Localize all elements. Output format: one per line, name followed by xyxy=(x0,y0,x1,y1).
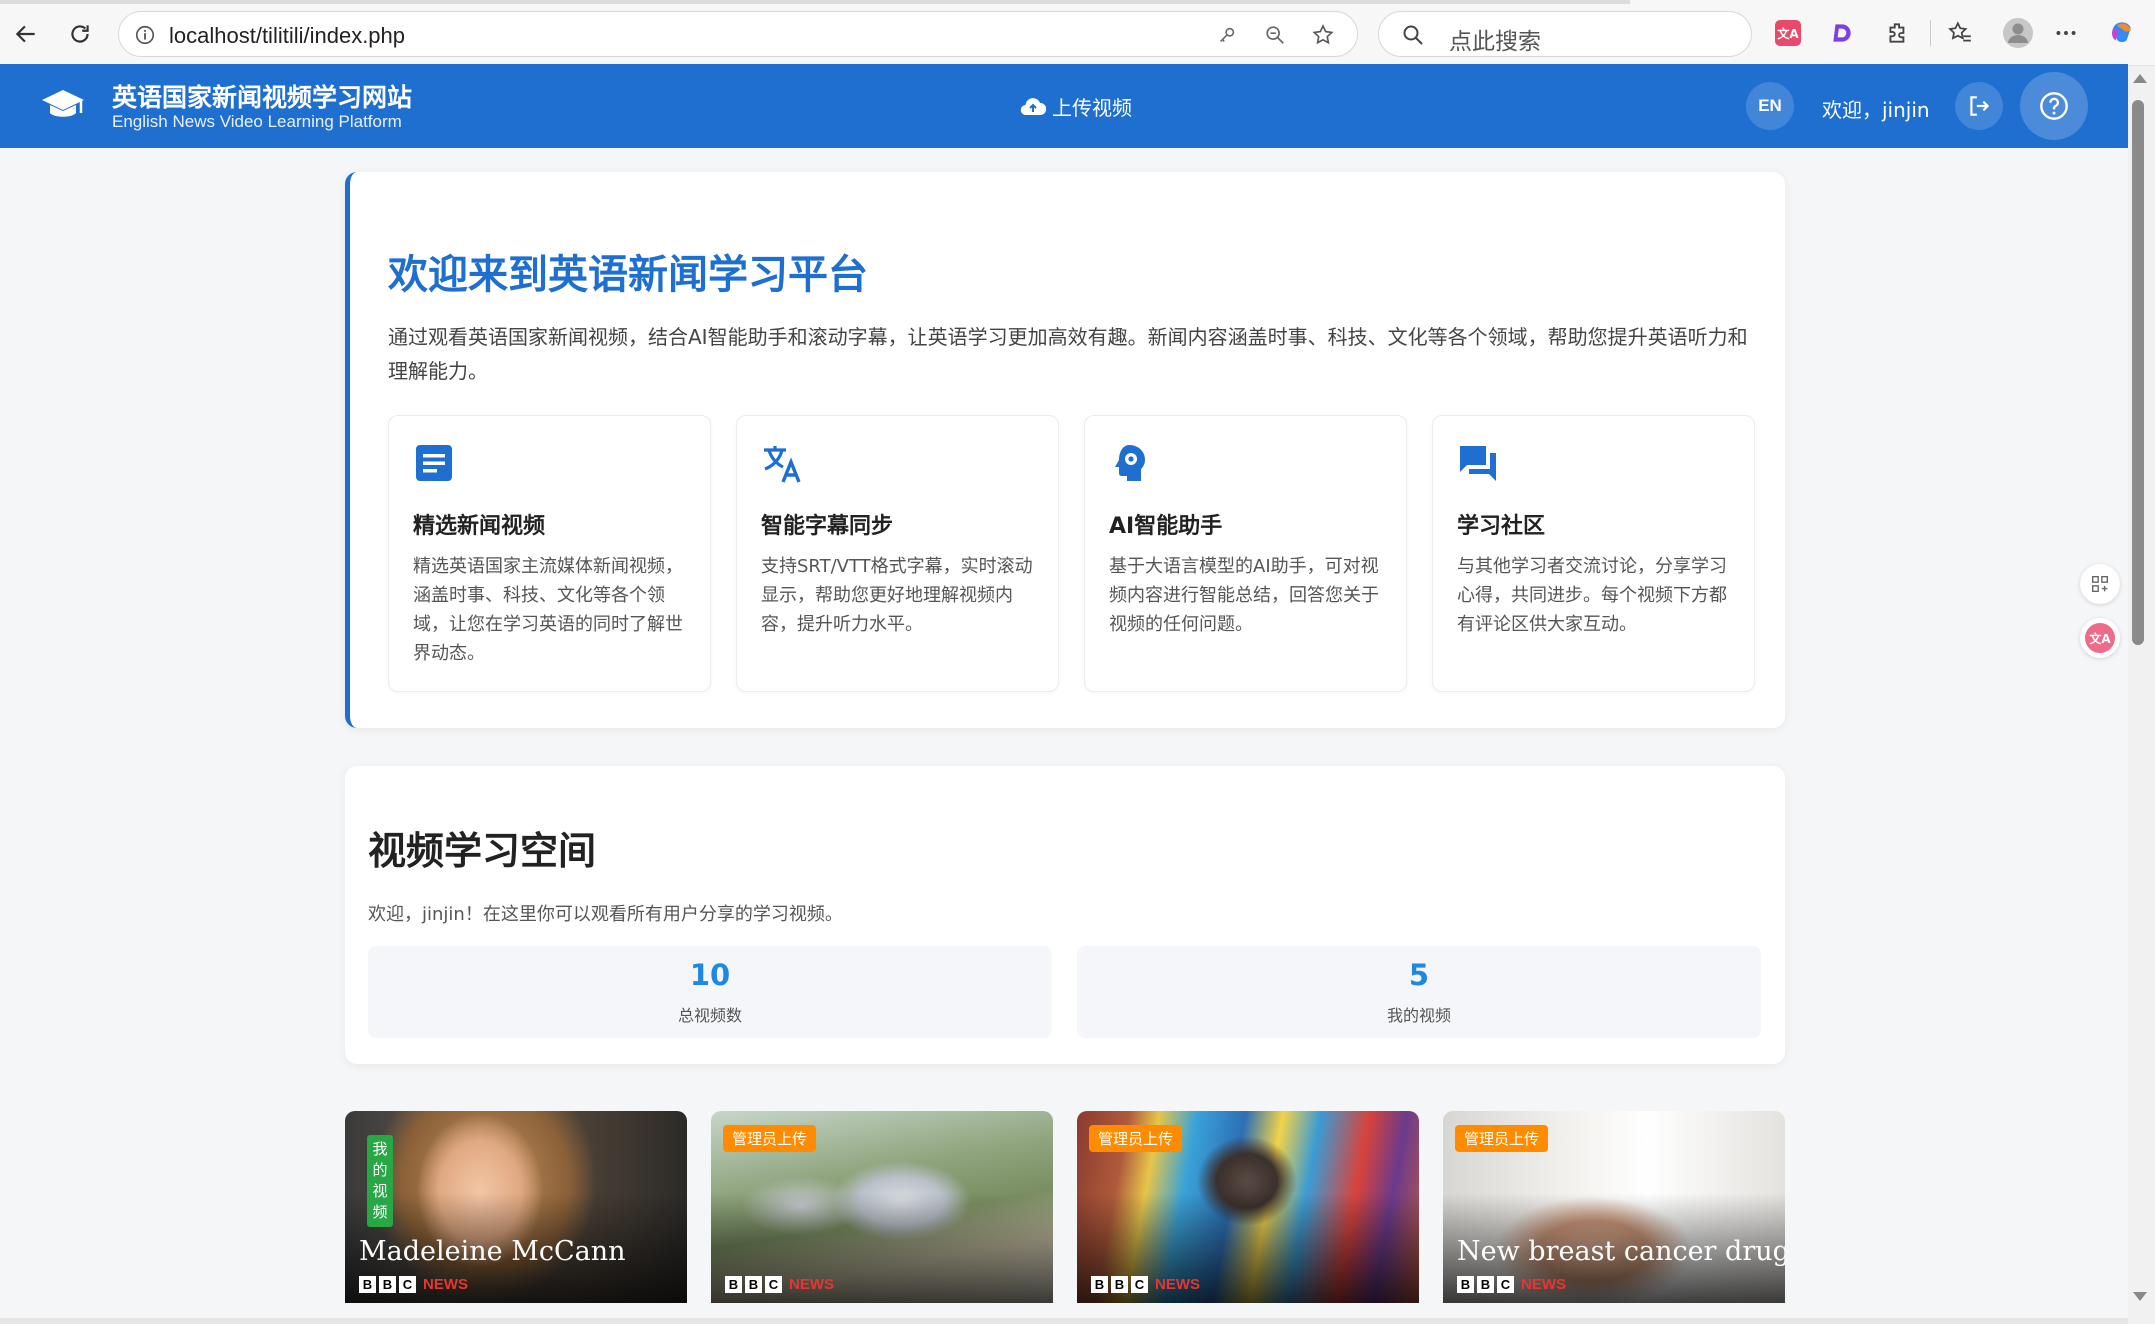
my-video-tag: 我的视频 xyxy=(367,1135,393,1227)
help-icon xyxy=(2040,92,2068,120)
graduation-cap-icon xyxy=(42,90,84,117)
url-text: localhost/tilitili/index.php xyxy=(169,23,406,48)
back-button[interactable] xyxy=(6,14,46,54)
news-brand-text: NEWS xyxy=(1521,1276,1566,1293)
upload-video-label: 上传视频 xyxy=(1052,96,1132,120)
reload-icon xyxy=(71,25,89,43)
search-icon xyxy=(1403,25,1423,45)
video-space-card: 视频学习空间 欢迎，jinjin！在这里你可以观看所有用户分享的学习视频。 10… xyxy=(345,766,1785,1064)
feature-title: AI智能助手 xyxy=(1109,514,1223,539)
video-card[interactable]: 管理员上传 BBC NEWS xyxy=(1077,1111,1419,1303)
translate-icon xyxy=(764,446,801,483)
intro-title: 欢迎来到英语新闻学习平台 xyxy=(388,252,868,298)
toolbar-divider xyxy=(1930,20,1931,46)
stat-value: 5 xyxy=(1408,958,1430,992)
news-brand-text: NEWS xyxy=(1155,1276,1200,1293)
window-bottom-edge xyxy=(0,1318,2128,1324)
scrollbar-thumb[interactable] xyxy=(2132,100,2144,645)
browser-search-box[interactable]: 点此搜索 xyxy=(1378,11,1752,57)
upload-video-link[interactable]: 上传视频 xyxy=(1020,92,1132,121)
stat-value: 10 xyxy=(689,958,731,992)
scroll-up-arrow-icon[interactable] xyxy=(2133,74,2147,83)
feature-card-community: 学习社区 与其他学习者交流讨论，分享学习心得，共同进步。每个视频下方都有评论区供… xyxy=(1432,415,1755,692)
browser-toolbar: localhost/tilitili/index.php 点此搜索 文A xyxy=(0,0,2155,66)
translate-extension-icon[interactable]: 文A xyxy=(1772,17,1804,49)
stat-total-videos: 10 总视频数 xyxy=(368,946,1052,1038)
admin-upload-tag: 管理员上传 xyxy=(1455,1125,1549,1152)
user-welcome: 欢迎，jinjin xyxy=(1822,98,1930,122)
feature-title: 学习社区 xyxy=(1457,514,1546,539)
help-button[interactable] xyxy=(2020,72,2088,140)
intro-card: 欢迎来到英语新闻学习平台 通过观看英语国家新闻视频，结合AI智能助手和滚动字幕，… xyxy=(345,172,1785,728)
extensions-puzzle-icon[interactable] xyxy=(1882,17,1914,49)
feature-description: 基于大语言模型的AI助手，可对视频内容进行智能总结，回答您关于视频的任何问题。 xyxy=(1109,556,1379,635)
site-info-icon[interactable] xyxy=(131,21,159,49)
site-subtitle: English News Video Learning Platform xyxy=(112,112,402,131)
intro-description: 通过观看英语国家新闻视频，结合AI智能助手和滚动字幕，让英语学习更加高效有趣。新… xyxy=(388,325,1748,383)
space-title: 视频学习空间 xyxy=(368,829,597,873)
admin-upload-tag: 管理员上传 xyxy=(1089,1125,1183,1152)
favorites-icon[interactable] xyxy=(1944,17,1976,49)
site-title[interactable]: 英语国家新闻视频学习网站 xyxy=(112,78,412,114)
video-title: New breast cancer drug xyxy=(1457,1236,1785,1267)
video-card[interactable]: 管理员上传 BBC NEWS xyxy=(711,1111,1053,1303)
feature-description: 精选英语国家主流媒体新闻视频，涵盖时事、科技、文化等各个领域，让您在学习英语的同… xyxy=(413,556,683,664)
search-placeholder: 点此搜索 xyxy=(1449,29,1541,55)
news-brand-text: NEWS xyxy=(423,1276,468,1293)
back-arrow-icon xyxy=(15,25,35,43)
zoom-out-icon[interactable] xyxy=(1261,21,1289,49)
bbc-news-logo: BBC NEWS xyxy=(725,1276,834,1293)
favorite-star-icon[interactable] xyxy=(1309,21,1337,49)
d-extension-icon[interactable] xyxy=(1826,17,1858,49)
video-title: Madeleine McCann xyxy=(359,1236,626,1267)
bbc-news-logo: BBC NEWS xyxy=(1457,1276,1566,1293)
more-menu-icon[interactable] xyxy=(2050,17,2082,49)
bbc-news-logo: BBC NEWS xyxy=(359,1276,468,1293)
translate-float-icon[interactable]: 文A xyxy=(2080,618,2120,658)
admin-upload-tag: 管理员上传 xyxy=(723,1125,817,1152)
key-icon[interactable] xyxy=(1213,21,1241,49)
bbc-news-logo: BBC NEWS xyxy=(1091,1276,1200,1293)
news-brand-text: NEWS xyxy=(789,1276,834,1293)
feature-card-ai: AI智能助手 基于大语言模型的AI助手，可对视频内容进行智能总结，回答您关于视频… xyxy=(1084,415,1407,692)
article-icon xyxy=(416,445,452,481)
address-bar[interactable]: localhost/tilitili/index.php xyxy=(118,11,1358,57)
space-welcome-text: 欢迎，jinjin！在这里你可以观看所有用户分享的学习视频。 xyxy=(368,904,843,925)
language-toggle-button[interactable]: EN xyxy=(1746,82,1794,130)
feature-title: 智能字幕同步 xyxy=(761,514,894,539)
video-card[interactable]: 管理员上传 New breast cancer drug BBC NEWS xyxy=(1443,1111,1785,1303)
reload-button[interactable] xyxy=(60,14,100,54)
ai-head-icon xyxy=(1115,445,1145,481)
feature-card-subtitles: 智能字幕同步 支持SRT/VTT格式字幕，实时滚动显示，帮助您更好地理解视频内容… xyxy=(736,415,1059,692)
grid-apps-icon[interactable] xyxy=(2080,564,2120,604)
video-card[interactable]: 我的视频 Madeleine McCann BBC NEWS xyxy=(345,1111,687,1303)
feature-title: 精选新闻视频 xyxy=(413,514,546,539)
site-header: 英语国家新闻视频学习网站 English News Video Learning… xyxy=(0,64,2128,148)
feature-description: 支持SRT/VTT格式字幕，实时滚动显示，帮助您更好地理解视频内容，提升听力水平… xyxy=(761,556,1033,635)
stat-label: 我的视频 xyxy=(1386,1006,1451,1025)
copilot-icon[interactable] xyxy=(2106,17,2138,49)
stat-my-videos: 5 我的视频 xyxy=(1077,946,1761,1038)
profile-avatar-icon[interactable] xyxy=(2002,17,2034,49)
scroll-down-arrow-icon[interactable] xyxy=(2133,1292,2147,1301)
feature-description: 与其他学习者交流讨论，分享学习心得，共同进步。每个视频下方都有评论区供大家互动。 xyxy=(1457,556,1727,635)
logout-icon xyxy=(1970,96,1990,116)
forum-icon xyxy=(1460,446,1496,481)
tab-strip-edge xyxy=(0,0,1630,4)
logout-button[interactable] xyxy=(1955,82,2003,130)
stat-label: 总视频数 xyxy=(677,1006,742,1025)
cloud-upload-icon xyxy=(1020,97,1046,115)
feature-card-news: 精选新闻视频 精选英语国家主流媒体新闻视频，涵盖时事、科技、文化等各个领域，让您… xyxy=(388,415,711,692)
